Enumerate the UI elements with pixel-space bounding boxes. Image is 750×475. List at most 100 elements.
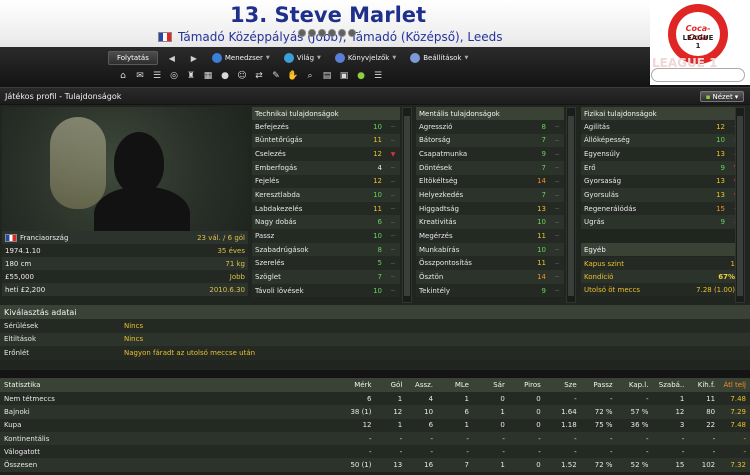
stats-column-header[interactable]: Kih.f. xyxy=(688,378,720,392)
menu-world[interactable]: Világ ▼ xyxy=(280,53,325,63)
tactics-icon[interactable]: ◎ xyxy=(169,71,179,81)
forward-arrow-icon[interactable]: ▶ xyxy=(186,51,202,65)
dot-icon xyxy=(338,29,346,37)
attribute-value: 14 xyxy=(537,177,546,186)
attribute-row[interactable]: Gyorsulás13▼ xyxy=(581,188,743,202)
help-icon[interactable]: ● xyxy=(356,71,366,81)
physical-scrollbar[interactable] xyxy=(735,107,745,303)
attribute-row[interactable]: Labdakezelés 11 -- xyxy=(252,201,400,216)
attribute-row[interactable]: Állóképesség10-- xyxy=(581,133,743,148)
table-row[interactable]: Válogatott - - - - - - - - - - - - xyxy=(0,445,750,459)
table-row[interactable]: Nem tétmeccs 6 1 4 1 0 0- - -1 11 7.48 xyxy=(0,392,750,406)
stats-column-header[interactable]: Átl telj xyxy=(719,378,750,392)
stats-column-header[interactable]: Piros xyxy=(508,378,545,392)
transfer-icon[interactable]: ⇄ xyxy=(254,71,264,81)
attribute-row[interactable]: Ugrás9-- xyxy=(581,215,743,230)
table-row[interactable]: Összesen 50 (1) 13 16 7 1 0 1.52 72 % 52 % 15 102 7.… xyxy=(0,458,750,472)
attribute-row[interactable]: Erő9▼ xyxy=(581,160,743,175)
selection-value: Nagyon fáradt az utolsó meccse után xyxy=(124,348,256,357)
stats-column-header[interactable]: MLe xyxy=(437,378,473,392)
stats-column-header[interactable]: Statisztika xyxy=(0,378,335,392)
notes-icon[interactable]: ▤ xyxy=(322,71,332,81)
attribute-row[interactable]: Passz 10 -- xyxy=(252,229,400,243)
search-input[interactable] xyxy=(651,68,745,82)
table-cell: - xyxy=(616,431,653,446)
attribute-row[interactable]: Büntetőrúgás 11 -- xyxy=(252,133,400,148)
attribute-value: 14 xyxy=(537,272,546,281)
selection-label: Sérülések xyxy=(4,321,39,330)
attribute-row[interactable]: Eltökéltség 14 -- xyxy=(416,174,564,189)
attribute-row[interactable]: Helyezkedés 7 -- xyxy=(416,188,564,202)
attribute-row[interactable]: Csapatmunka 9 -- xyxy=(416,147,564,161)
stats-column-header[interactable]: Passz xyxy=(580,378,617,392)
mental-scrollbar[interactable] xyxy=(566,107,576,303)
attribute-row[interactable]: Megérzés 11 -- xyxy=(416,229,564,243)
training-icon[interactable]: ✎ xyxy=(271,71,281,81)
attribute-row[interactable]: Egyensúly13-- xyxy=(581,147,743,161)
staff-icon[interactable]: ☺ xyxy=(237,71,247,81)
finances-icon[interactable]: ● xyxy=(220,71,230,81)
attribute-row[interactable]: Szabadrúgások 8 -- xyxy=(252,242,400,257)
scout-icon[interactable]: ✋ xyxy=(287,71,298,81)
clipboard-icon[interactable]: ▣ xyxy=(339,71,349,81)
menu-settings[interactable]: Beállítások ▼ xyxy=(406,53,472,63)
attribute-row[interactable]: Bátorság 7 -- xyxy=(416,133,564,148)
stats-column-header[interactable]: Sár xyxy=(472,378,509,392)
attribute-row[interactable]: Munkabírás 10 -- xyxy=(416,242,564,257)
globe-icon xyxy=(283,53,294,63)
stats-column-header[interactable]: Assz. xyxy=(406,378,438,392)
attribute-row[interactable]: Döntések 7 -- xyxy=(416,160,564,175)
menu-bookmarks[interactable]: Könyvjelzők ▼ xyxy=(331,53,400,63)
inbox-icon[interactable]: ✉ xyxy=(135,71,145,81)
stats-column-header[interactable]: Sze xyxy=(544,378,581,392)
attribute-row[interactable]: Cselezés 12 ▼ xyxy=(252,147,400,161)
table-cell: - xyxy=(580,431,617,446)
calendar-icon[interactable]: ▦ xyxy=(203,71,213,81)
attribute-row[interactable]: Agresszió 8 -- xyxy=(416,120,564,134)
table-row[interactable]: Kupa 12 1 6 1 0 0 1.18 75 % 36 % 3 22 7.48 xyxy=(0,418,750,432)
attribute-row[interactable]: Regenerálódás15-- xyxy=(581,201,743,216)
attribute-row[interactable]: Gyorsaság13▼ xyxy=(581,174,743,189)
attribute-row[interactable]: Agilitás12-- xyxy=(581,120,743,134)
squad-icon[interactable]: ☰ xyxy=(152,71,162,81)
stats-column-header[interactable]: Mérk xyxy=(334,378,376,392)
table-cell: 38 (1) xyxy=(334,405,376,419)
attribute-row[interactable]: Kreativitás 10 -- xyxy=(416,215,564,230)
attribute-row[interactable]: Befejezés 10 -- xyxy=(252,120,400,134)
attribute-row[interactable]: Emberfogás 4 -- xyxy=(252,160,400,175)
menu-manager[interactable]: Menedzser ▼ xyxy=(208,53,274,63)
attribute-row[interactable]: Szöglet 7 -- xyxy=(252,270,400,284)
continue-button[interactable]: Folytatás xyxy=(108,51,158,65)
stats-column-header[interactable]: Szabá.. xyxy=(652,378,689,392)
attribute-row[interactable]: Keresztlabda 10 -- xyxy=(252,188,400,202)
table-cell: - xyxy=(544,445,581,459)
attribute-row[interactable]: Távoli lövések 10 -- xyxy=(252,283,400,298)
dot-icon xyxy=(298,29,306,37)
technical-scrollbar[interactable] xyxy=(402,107,412,303)
settings-icon xyxy=(410,53,421,63)
attribute-row[interactable]: Ösztön 14 -- xyxy=(416,270,564,284)
attribute-row[interactable]: Összpontosítás 11 -- xyxy=(416,256,564,271)
home-icon[interactable]: ⌂ xyxy=(118,71,128,81)
attribute-row[interactable]: Higgadtság 13 -- xyxy=(416,201,564,216)
table-row[interactable]: Kontinentális - - - - - - - - - - - - xyxy=(0,431,750,446)
menu-settings-label: Beállítások xyxy=(423,54,462,62)
search-icon[interactable]: ⌕ xyxy=(305,71,315,81)
stats-column-header[interactable]: Kap.l. xyxy=(616,378,653,392)
table-cell: 6 xyxy=(334,392,376,406)
attribute-name: Cselezés xyxy=(255,150,286,159)
attribute-name: Passz xyxy=(255,231,275,240)
attribute-row[interactable]: Nagy dobás 6 -- xyxy=(252,215,400,230)
view-button[interactable]: ▪ Nézet ▾ xyxy=(700,91,744,102)
attribute-row[interactable]: Szerelés 5 -- xyxy=(252,256,400,271)
attribute-row[interactable]: Fejelés 12 -- xyxy=(252,174,400,189)
table-row[interactable]: Bajnoki 38 (1) 12 10 6 1 0 1.64 72 % 57 % 12 80 7.29 xyxy=(0,405,750,419)
menu-dropdown-icon[interactable]: ☰ xyxy=(373,71,383,81)
attribute-name: Távoli lövések xyxy=(255,286,304,295)
back-arrow-icon[interactable]: ◀ xyxy=(164,51,180,65)
trophy-icon[interactable]: ♜ xyxy=(186,71,196,81)
attribute-row[interactable]: Tekintély 9 -- xyxy=(416,283,564,298)
attribute-value: 7 xyxy=(541,191,546,200)
stats-column-header[interactable]: Gól xyxy=(375,378,407,392)
selection-value: Nincs xyxy=(124,321,144,330)
